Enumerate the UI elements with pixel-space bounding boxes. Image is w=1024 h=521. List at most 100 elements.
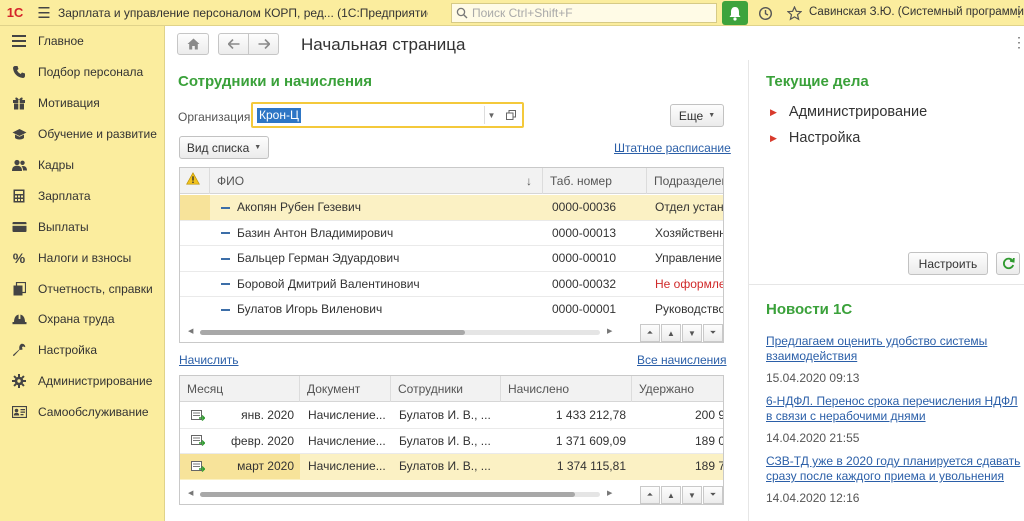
sidebar-item-salary[interactable]: Зарплата [0, 180, 164, 211]
more-button[interactable]: Еще ▼ [670, 104, 724, 127]
employee-name: Акопян Рубен Гезевич [237, 200, 362, 214]
history-icon[interactable] [755, 3, 775, 23]
accrual-document: Начисление... [308, 433, 386, 448]
accrual-employees: Булатов И. В., ... [399, 408, 491, 422]
scrollbar-thumb[interactable] [200, 492, 575, 497]
sections-panel: Главное Подбор персонала Мотивация Обуче… [0, 26, 165, 521]
news-item-link[interactable]: 6-НДФЛ. Перенос срока перечисления НДФЛ … [766, 394, 1022, 424]
forward-button[interactable] [248, 33, 279, 55]
sidebar-item-training[interactable]: Обучение и развитие [0, 119, 164, 150]
table-row[interactable]: февр. 2020 Начисление... Булатов И. В., … [180, 429, 723, 454]
sidebar-item-payments[interactable]: Выплаты [0, 211, 164, 242]
sidebar-item-label: Кадры [38, 158, 74, 172]
sidebar-item-self-service[interactable]: Самообслуживание [0, 397, 164, 428]
table-row[interactable]: Булатов Игорь Виленович 0000-00001 Руков… [180, 297, 723, 323]
all-accruals-link[interactable]: Все начисления [637, 353, 727, 367]
table-row[interactable]: март 2020 Начисление... Булатов И. В., .… [180, 454, 723, 480]
sidebar-item-reports[interactable]: Отчетность, справки [0, 273, 164, 304]
table-row[interactable]: Бальцер Герман Эдуардович 0000-00010 Упр… [180, 246, 723, 272]
sidebar-item-label: Настройка [38, 343, 98, 358]
column-header-tab-number[interactable]: Таб. номер [543, 168, 647, 194]
last-page-icon[interactable]: ⏷ [703, 324, 723, 342]
configure-button[interactable]: Настроить [908, 252, 988, 275]
column-header-employees[interactable]: Сотрудники [391, 376, 501, 402]
next-page-icon[interactable]: ▼ [682, 324, 702, 342]
sidebar-item-main[interactable]: Главное [0, 26, 164, 57]
task-item-settings[interactable]: ▶ Настройка [770, 130, 860, 146]
news-item-link[interactable]: СЗВ-ТД уже в 2020 году планируется сдава… [766, 454, 1022, 484]
accrual-employees: Булатов И. В., ... [399, 459, 491, 473]
favorites-star-icon[interactable] [784, 3, 804, 23]
scrollbar-thumb[interactable] [200, 330, 465, 335]
scroll-left-icon[interactable]: ◀ [188, 489, 193, 497]
refresh-button[interactable] [996, 252, 1020, 275]
home-icon [187, 38, 199, 50]
sidebar-item-administration[interactable]: Администрирование [0, 366, 164, 397]
global-search-input[interactable]: Поиск Ctrl+Shift+F [451, 3, 717, 23]
accrual-accrued: 1 433 212,78 [555, 408, 626, 422]
sidebar-item-settings[interactable]: Настройка [0, 335, 164, 366]
news-item-link[interactable]: Предлагаем оценить удобство системы взаи… [766, 334, 1022, 364]
organization-value[interactable]: Крон-Ц [257, 107, 301, 123]
employee-name: Боровой Дмитрий Валентинович [237, 276, 420, 291]
column-header-month[interactable]: Месяц [180, 376, 300, 402]
sidebar-item-labor-safety[interactable]: Охрана труда [0, 304, 164, 335]
last-page-icon[interactable]: ⏷ [703, 486, 723, 504]
table-row[interactable]: Базин Антон Владимирович 0000-00013 Хозя… [180, 221, 723, 246]
column-header-department[interactable]: Подразделен [647, 168, 723, 194]
employee-department: Управление м [655, 251, 723, 265]
news-title: Новости 1С [766, 301, 853, 318]
1c-logo[interactable]: 1С [0, 0, 30, 26]
employee-department: Отдел устано [655, 200, 724, 214]
sidebar-item-label: Подбор персонала [38, 65, 144, 80]
accrual-month: февр. 2020 [231, 433, 294, 448]
list-view-button[interactable]: Вид списка ▼ [179, 136, 269, 159]
menu-lines-icon [11, 33, 27, 49]
organization-field[interactable]: Крон-Ц ▼ [251, 102, 524, 128]
scroll-right-icon[interactable]: ▶ [607, 489, 612, 497]
employee-tab-number: 0000-00010 [552, 251, 617, 265]
expand-triangle-icon: ▶ [770, 106, 777, 117]
chevron-down-icon: ▼ [254, 144, 262, 151]
task-item-administration[interactable]: ▶ Администрирование [770, 104, 927, 120]
column-header-name[interactable]: ФИО ↓ [210, 168, 543, 194]
sidebar-item-personnel[interactable]: Кадры [0, 150, 164, 181]
arrow-left-icon [227, 39, 239, 49]
main-menu-icon[interactable]: ☰ [30, 0, 58, 26]
prev-page-icon[interactable]: ▲ [661, 486, 681, 504]
table-row[interactable]: Акопян Рубен Гезевич 0000-00036 Отдел ус… [180, 195, 723, 221]
sidebar-item-label: Обучение и развитие [38, 127, 157, 142]
open-form-icon[interactable] [504, 107, 518, 123]
home-button[interactable] [177, 33, 209, 55]
table-row[interactable]: янв. 2020 Начисление... Булатов И. В., .… [180, 403, 723, 429]
next-page-icon[interactable]: ▼ [682, 486, 702, 504]
chevron-down-icon[interactable]: ▼ [484, 106, 498, 124]
scroll-left-icon[interactable]: ◀ [188, 327, 193, 335]
sort-desc-icon[interactable]: ↓ [526, 168, 532, 194]
sidebar-item-motivation[interactable]: Мотивация [0, 88, 164, 119]
table-row[interactable]: Боровой Дмитрий Валентинович 0000-00032 … [180, 272, 723, 297]
sidebar-item-label: Налоги и взносы [38, 250, 132, 265]
current-user[interactable]: Савинская З.Ю. (Системный программист) [809, 6, 1024, 18]
organization-label: Организация: [178, 110, 254, 124]
window-menu-icon[interactable]: ⋮ [1012, 34, 1024, 51]
news-item-date: 15.04.2020 09:13 [766, 371, 860, 385]
prev-page-icon[interactable]: ▲ [661, 324, 681, 342]
page-title: Начальная страница [301, 35, 466, 54]
first-page-icon[interactable]: ⏶ [640, 486, 660, 504]
staff-schedule-link[interactable]: Штатное расписание [614, 141, 731, 155]
column-header-document[interactable]: Документ [300, 376, 391, 402]
back-button[interactable] [218, 33, 249, 55]
sidebar-item-taxes[interactable]: % Налоги и взносы [0, 242, 164, 273]
warning-column-header[interactable] [180, 168, 210, 194]
column-header-accrued[interactable]: Начислено [501, 376, 632, 402]
scroll-right-icon[interactable]: ▶ [607, 327, 612, 335]
first-page-icon[interactable]: ⏶ [640, 324, 660, 342]
accrual-accrued: 1 371 609,09 [555, 433, 626, 448]
gift-icon [11, 95, 27, 111]
notifications-bell-icon[interactable] [722, 1, 748, 25]
column-header-withheld[interactable]: Удержано [632, 376, 723, 402]
sidebar-item-recruitment[interactable]: Подбор персонала [0, 57, 164, 88]
system-menu-icon[interactable]: ⋮ [1012, 3, 1024, 20]
accrue-link[interactable]: Начислить [179, 353, 238, 367]
